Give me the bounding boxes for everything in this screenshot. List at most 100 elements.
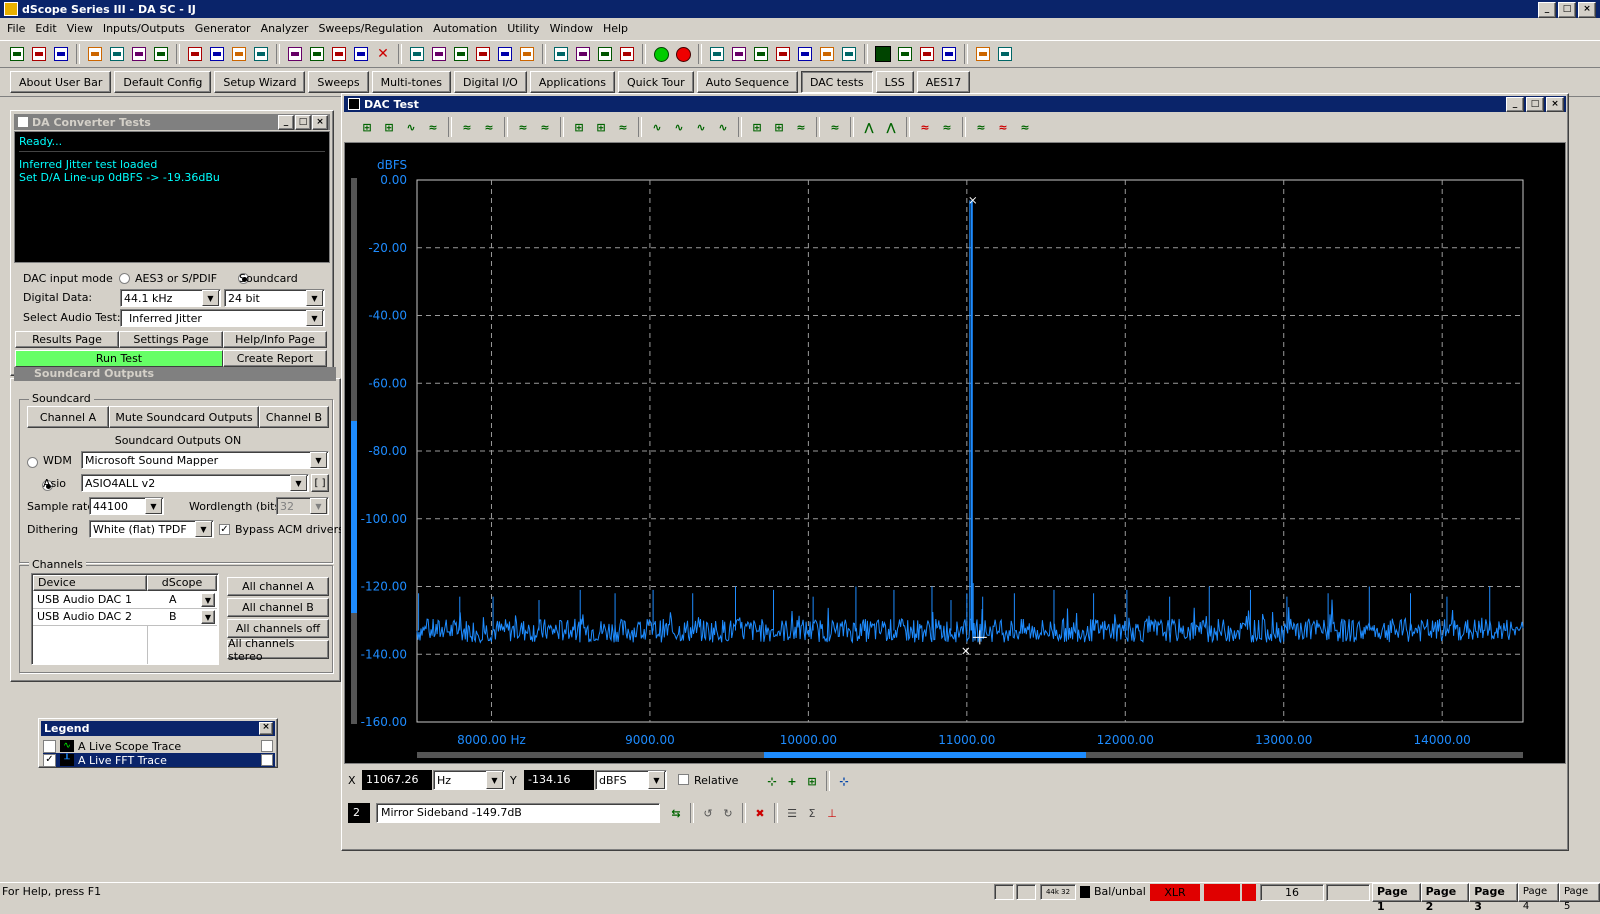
filter-e-icon[interactable] (839, 44, 859, 64)
minimize-button[interactable]: _ (278, 115, 294, 130)
sample-rate-select[interactable]: 44.1 kHz ▼ (120, 289, 221, 307)
legend-icon[interactable]: ≈ (825, 117, 845, 137)
page-tab-3[interactable]: Page 3 (1469, 882, 1518, 913)
open-icon[interactable] (7, 44, 27, 64)
autoscale-icon[interactable]: ≈ (513, 117, 533, 137)
stop-icon[interactable]: ✕ (373, 44, 393, 64)
marker-arrow-icon[interactable]: ⇆ (666, 803, 686, 823)
marker-delete-icon[interactable]: ⊥ (822, 803, 842, 823)
x-cursor-value[interactable]: 11067.26 (362, 770, 432, 790)
cursor-settings-icon[interactable]: ⊹ (834, 771, 854, 791)
close-button[interactable]: × (1546, 97, 1564, 112)
settings-page-button[interactable]: Settings Page (119, 331, 223, 348)
marker-list-icon[interactable]: ☰ (782, 803, 802, 823)
all-channel-b-button[interactable]: All channel B (227, 598, 329, 617)
chart-icon[interactable] (873, 44, 893, 64)
align-icon[interactable]: ≈ (1015, 117, 1035, 137)
trace-d-icon[interactable]: ∿ (713, 117, 733, 137)
menu-generator[interactable]: Generator (190, 22, 256, 35)
peak-down-icon[interactable]: ⋀ (881, 117, 901, 137)
quickbar-setup-wizard-button[interactable]: Setup Wizard (214, 71, 306, 93)
close-button[interactable]: × (312, 115, 328, 130)
run-icon[interactable] (651, 44, 671, 64)
bit-depth-select[interactable]: 24 bit ▼ (224, 289, 325, 307)
mute-outputs-button[interactable]: Mute Soundcard Outputs (109, 406, 259, 428)
dithering-select[interactable]: White (flat) TPDF ▼ (89, 520, 214, 538)
sweep-b-icon[interactable] (729, 44, 749, 64)
zoom-x-icon[interactable]: ⊞ (569, 117, 589, 137)
link-icon[interactable]: ≈ (971, 117, 991, 137)
marker-text[interactable]: Mirror Sideband -149.7dB (376, 803, 660, 823)
table-row[interactable]: USB Audio DAC 2 B ▼ (33, 609, 217, 626)
dscope-channel[interactable]: B (169, 610, 177, 623)
chevron-down-icon[interactable]: ▼ (201, 610, 215, 624)
menu-sweeps-regulation[interactable]: Sweeps/Regulation (313, 22, 428, 35)
trace-c-icon[interactable]: ∿ (691, 117, 711, 137)
quickbar-dac-tests-button[interactable]: DAC tests (801, 71, 873, 93)
help-info-page-button[interactable]: Help/Info Page (223, 331, 327, 348)
in1-icon[interactable] (285, 44, 305, 64)
quickbar-aes17-button[interactable]: AES17 (916, 71, 971, 93)
page-tab-1[interactable]: Page 1 (1372, 882, 1421, 913)
report-icon[interactable] (973, 44, 993, 64)
audio-test-select[interactable]: Inferred Jitter ▼ (120, 309, 325, 327)
close-button[interactable]: × (259, 722, 273, 735)
bypass-acm-checkbox[interactable]: ✓ (219, 524, 230, 535)
menu-view[interactable]: View (62, 22, 98, 35)
zoom-fit-icon[interactable]: ⊞ (769, 117, 789, 137)
asio-device-select[interactable]: ASIO4ALL v2 ▼ (81, 474, 309, 492)
all-channels-stereo-button[interactable]: All channels stereo (227, 637, 329, 663)
quickbar-lss-button[interactable]: LSS (875, 71, 914, 93)
all-channels-off-button[interactable]: All channels off (227, 619, 329, 638)
soundcard-sample-rate-select[interactable]: 44100 ▼ (89, 497, 164, 515)
wdm-radio[interactable] (27, 457, 38, 468)
menu-analyzer[interactable]: Analyzer (256, 22, 314, 35)
trace-a-icon[interactable]: ∿ (647, 117, 667, 137)
channel-b-button[interactable]: Channel B (259, 406, 329, 428)
gen-c-icon[interactable] (229, 44, 249, 64)
sideband-marker[interactable] (962, 647, 970, 655)
quickbar-auto-sequence-button[interactable]: Auto Sequence (696, 71, 798, 93)
filter-b-icon[interactable] (773, 44, 793, 64)
multi-marker-icon[interactable]: ≈ (937, 117, 957, 137)
fft-chart[interactable]: dBFS 0.00 -20.00 -40.00 -60.00 -80.00 -100.00… (345, 143, 1565, 763)
gen-d-icon[interactable] (251, 44, 271, 64)
zoom-in-icon[interactable]: ⊞ (357, 117, 377, 137)
chevron-down-icon[interactable]: ▼ (201, 593, 215, 607)
out2-icon[interactable] (107, 44, 127, 64)
page-tab-4[interactable]: Page 4 (1517, 882, 1559, 912)
delete-markers-icon[interactable]: ✖ (750, 803, 770, 823)
stack-icon[interactable]: ≈ (479, 117, 499, 137)
menu-utility[interactable]: Utility (502, 22, 544, 35)
maximize-button[interactable]: □ (295, 115, 311, 130)
menu-file[interactable]: File (2, 22, 30, 35)
print-icon[interactable] (995, 44, 1015, 64)
in4-icon[interactable] (351, 44, 371, 64)
legend-item[interactable]: ∿ A Live Scope Trace (43, 739, 275, 753)
quickbar-multi-tones-button[interactable]: Multi-tones (371, 71, 452, 93)
relative-checkbox[interactable] (678, 774, 689, 785)
ch-d-icon[interactable] (617, 44, 637, 64)
wave-red-icon[interactable]: ≈ (993, 117, 1013, 137)
meter-c-icon[interactable] (517, 44, 537, 64)
menu-edit[interactable]: Edit (30, 22, 61, 35)
gen-a-icon[interactable] (185, 44, 205, 64)
save-icon[interactable] (29, 44, 49, 64)
minimize-button[interactable]: _ (1538, 2, 1556, 18)
page-tab-2[interactable]: Page 2 (1420, 882, 1470, 913)
curve-b-icon[interactable] (917, 44, 937, 64)
ch-c-icon[interactable] (595, 44, 615, 64)
run-test-button[interactable]: Run Test (15, 350, 223, 367)
scope-a-icon[interactable] (407, 44, 427, 64)
create-report-button[interactable]: Create Report (223, 350, 327, 367)
in2-icon[interactable] (307, 44, 327, 64)
col-dscope-header[interactable]: dScope (147, 575, 217, 591)
copy-icon[interactable]: ≈ (423, 117, 443, 137)
trace-b-icon[interactable]: ∿ (669, 117, 689, 137)
filter-a-icon[interactable] (751, 44, 771, 64)
zoom-y-icon[interactable]: ⊞ (591, 117, 611, 137)
filter-c-icon[interactable] (795, 44, 815, 64)
curve-c-icon[interactable] (939, 44, 959, 64)
out1-icon[interactable] (85, 44, 105, 64)
trace-props-icon[interactable] (261, 754, 273, 766)
